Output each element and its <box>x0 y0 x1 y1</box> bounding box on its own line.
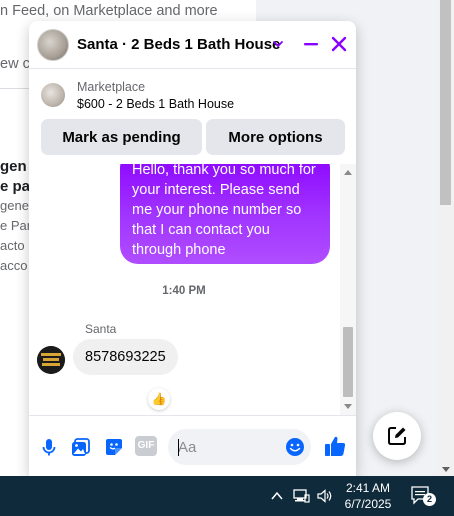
new-message-button[interactable] <box>373 412 421 460</box>
chat-header: Santa · 2 Beds 1 Bath House <box>29 21 356 69</box>
sender-avatar-image <box>37 346 65 374</box>
listing-title[interactable]: $600 - 2 Beds 1 Bath House <box>77 97 234 111</box>
chat-window: Santa · 2 Beds 1 Bath House Marketplace … <box>29 21 356 476</box>
notification-center-button[interactable]: 2 <box>410 485 436 507</box>
chat-scroll-up-arrow[interactable] <box>344 170 352 175</box>
network-icon[interactable] <box>292 487 310 505</box>
minimize-icon[interactable] <box>301 34 321 54</box>
mark-as-pending-button[interactable]: Mark as pending <box>41 119 202 155</box>
chat-scrollbar[interactable] <box>340 164 356 415</box>
message-timestamp: 1:40 PM <box>162 285 206 297</box>
background-text: gen <box>0 158 27 175</box>
background-text: acco <box>0 258 28 273</box>
clock-date: 6/7/2025 <box>344 497 392 511</box>
more-options-button[interactable]: More options <box>206 119 345 155</box>
text-caret <box>178 439 179 456</box>
taskbar: 2:41 AM 6/7/2025 2 <box>0 476 454 516</box>
gif-icon[interactable]: GIF <box>135 436 157 458</box>
message-input[interactable] <box>178 429 278 465</box>
background-text: n Feed, on Marketplace and more <box>0 3 218 19</box>
contact-avatar[interactable] <box>37 29 69 61</box>
microphone-icon[interactable] <box>38 436 60 458</box>
message-input-container[interactable] <box>168 429 311 465</box>
emoji-icon[interactable] <box>285 437 305 457</box>
background-text: ew c <box>0 56 30 72</box>
message-list: Hello, thank you so much for your intere… <box>29 164 356 415</box>
background-text: e Par <box>0 218 32 233</box>
thumbs-up-reaction[interactable]: 👍 <box>148 388 170 410</box>
chat-title[interactable]: Santa · 2 Beds 1 Bath House <box>77 36 280 53</box>
incoming-message[interactable]: 8578693225 <box>73 339 178 375</box>
chat-scroll-down-arrow[interactable] <box>344 404 352 409</box>
thumbs-up-icon: 👍 <box>151 392 167 406</box>
background-text: e pa <box>0 178 31 195</box>
chat-scrollbar-thumb[interactable] <box>343 327 353 397</box>
message-composer: GIF <box>29 415 356 476</box>
volume-icon[interactable] <box>316 487 334 505</box>
sender-avatar[interactable] <box>37 346 65 374</box>
sender-name: Santa <box>85 322 117 336</box>
listing-thumbnail[interactable] <box>41 83 65 107</box>
clock-time: 2:41 AM <box>345 481 391 495</box>
photo-icon[interactable] <box>70 436 92 458</box>
compose-icon <box>388 427 406 445</box>
background-text: acto <box>0 238 25 253</box>
page-scrollbar[interactable] <box>437 0 454 476</box>
chevron-down-icon[interactable] <box>271 37 285 51</box>
gif-icon-label: GIF <box>135 436 157 456</box>
like-icon[interactable] <box>323 434 347 458</box>
chevron-up-icon[interactable] <box>268 487 286 505</box>
outgoing-message[interactable]: Hello, thank you so much for your intere… <box>120 164 330 264</box>
page-scroll-down-arrow[interactable] <box>442 467 450 472</box>
page-scrollbar-thumb[interactable] <box>440 0 451 205</box>
sticker-icon[interactable] <box>103 436 125 458</box>
marketplace-listing-banner: Marketplace $600 - 2 Beds 1 Bath House M… <box>29 70 356 164</box>
listing-kicker: Marketplace <box>77 80 146 94</box>
notification-count-badge: 2 <box>423 493 436 506</box>
close-icon[interactable] <box>329 34 349 54</box>
system-clock[interactable]: 2:41 AM 6/7/2025 <box>336 480 400 512</box>
